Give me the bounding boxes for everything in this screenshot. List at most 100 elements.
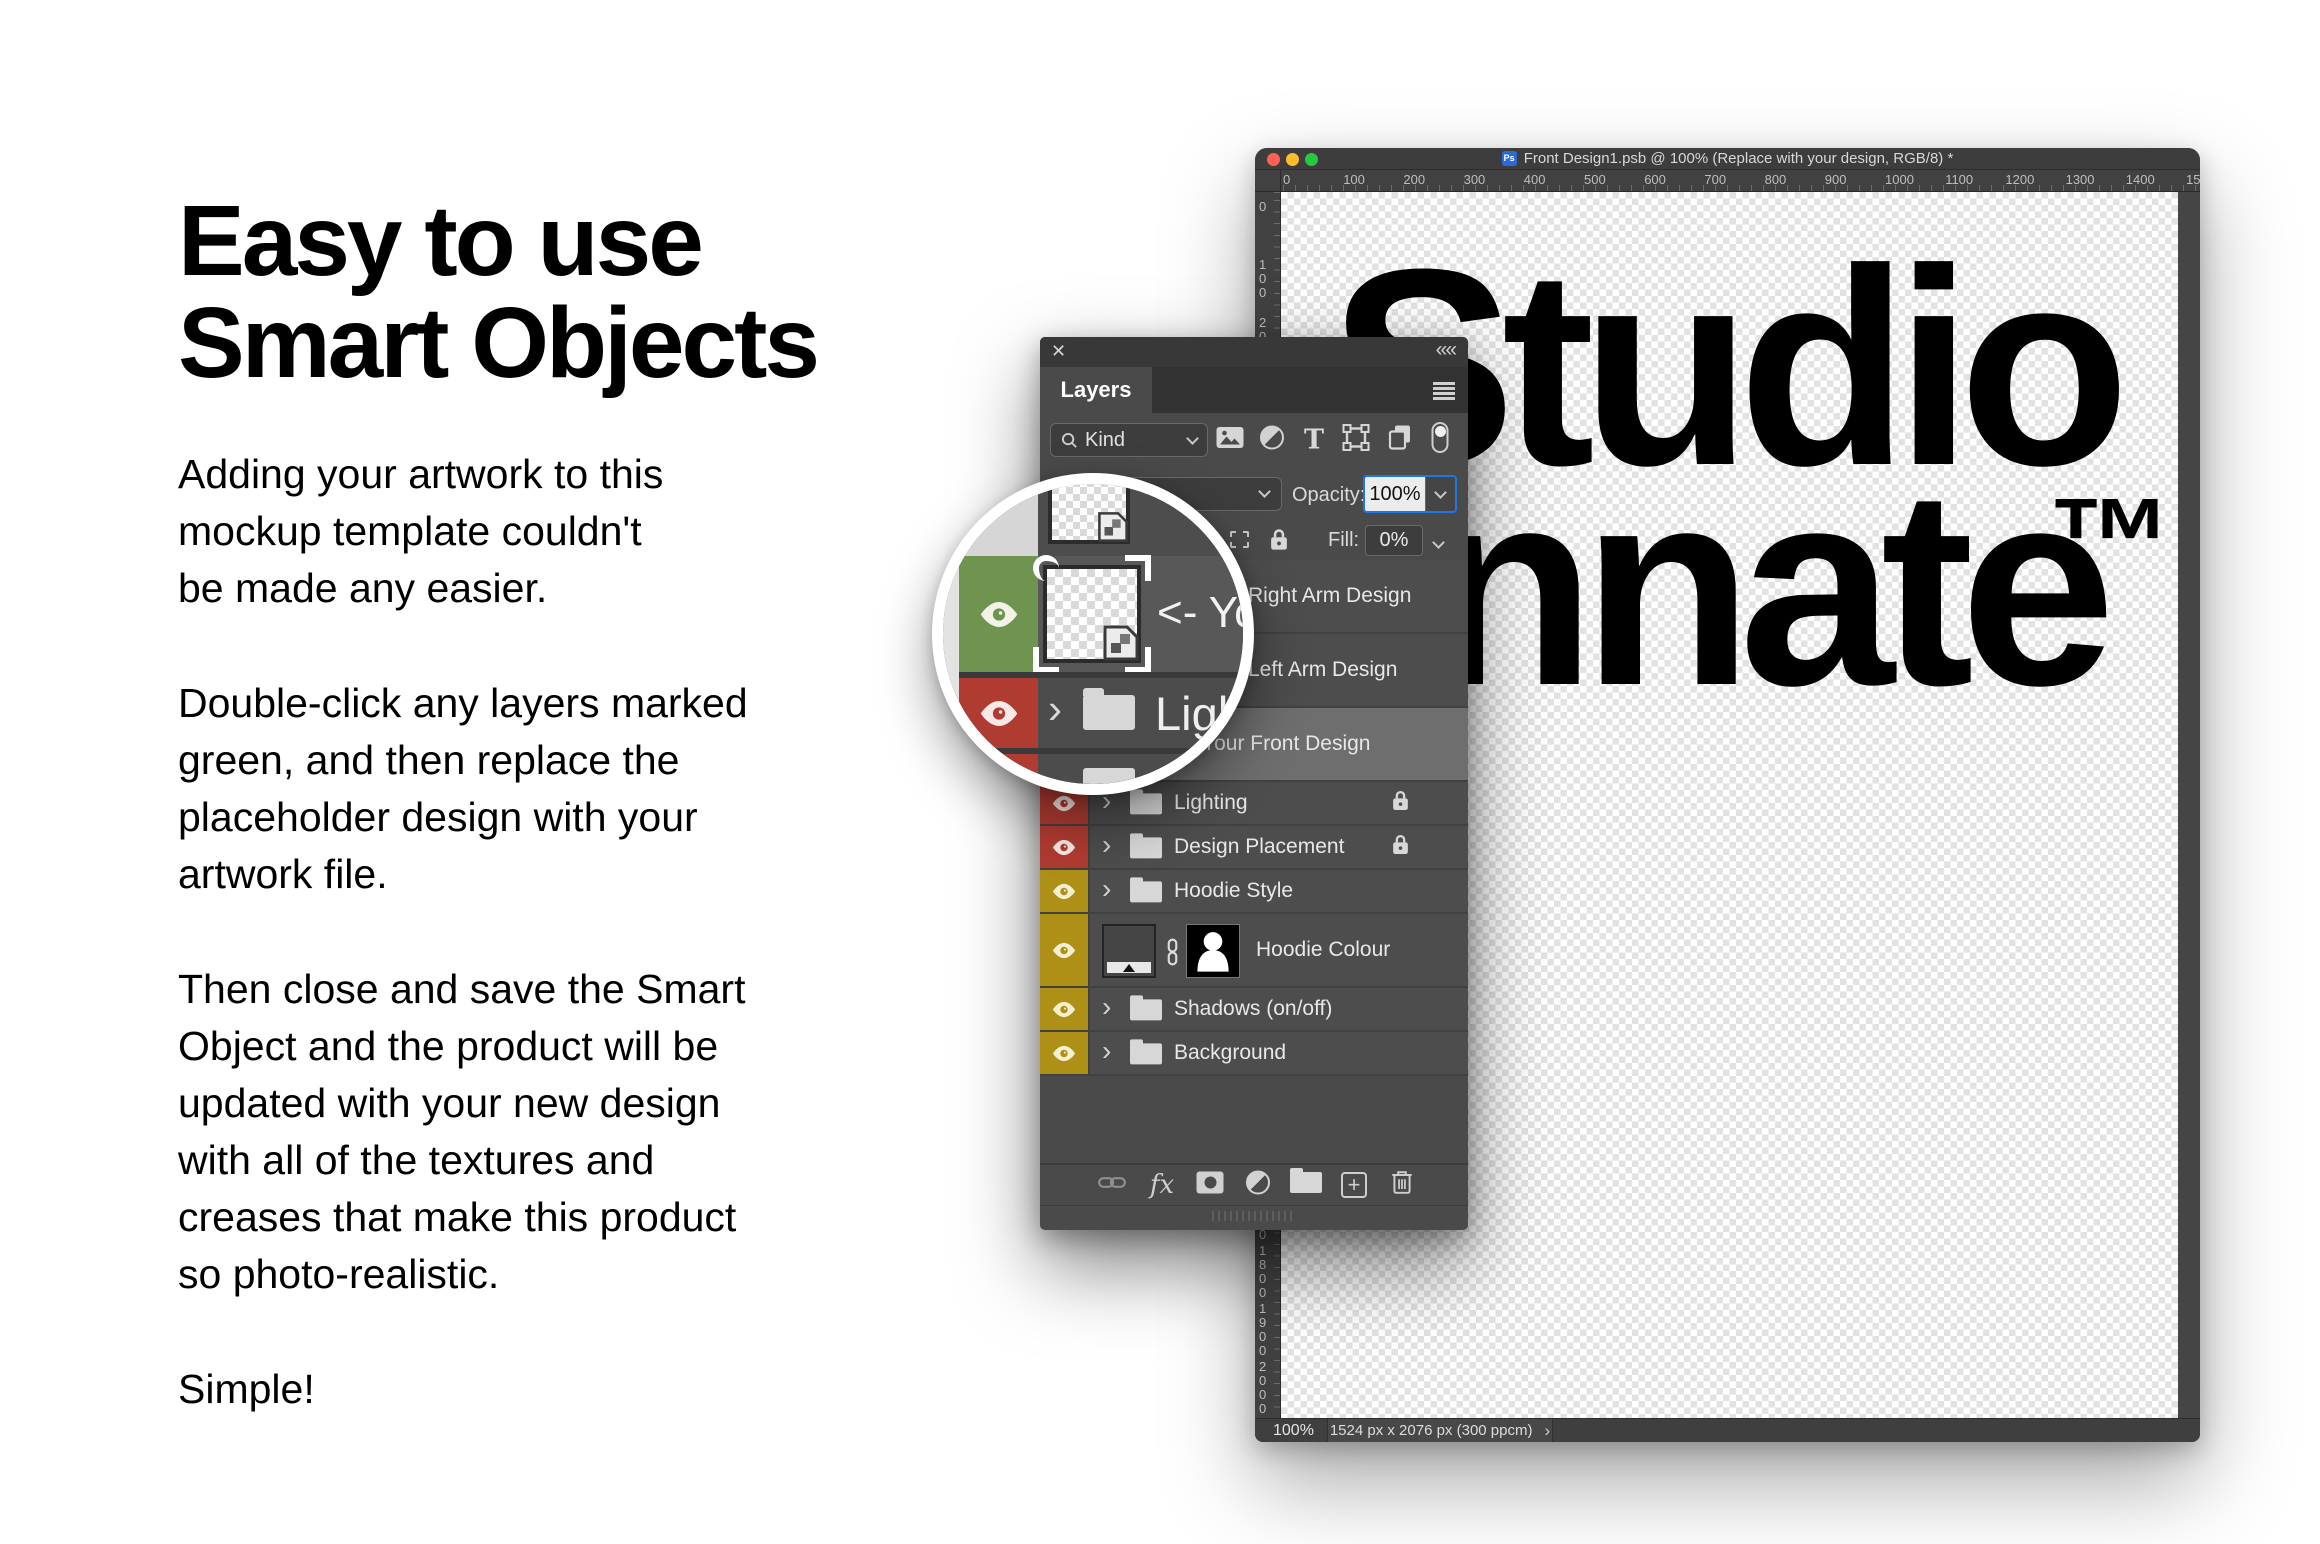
filter-kind-dropdown[interactable]: Kind <box>1050 423 1208 457</box>
h-ruler-number: 1000 <box>1885 172 1914 187</box>
opacity-input[interactable]: 100% <box>1363 475 1457 513</box>
panel-resize-grip[interactable] <box>1040 1205 1468 1230</box>
delete-layer-icon[interactable] <box>1390 1170 1414 1201</box>
h-ruler-number: 700 <box>1704 172 1726 187</box>
lock-all-icon[interactable] <box>1270 528 1288 556</box>
layer-group-row[interactable]: › Hoodie Style <box>1040 870 1468 914</box>
panel-close-icon[interactable]: ✕ <box>1051 341 1066 362</box>
layer-name[interactable]: Design Placement <box>1174 835 1344 859</box>
eye-icon <box>1050 838 1078 857</box>
horizontal-ruler: 0100200300400500600700800900100011001200… <box>1255 170 2200 192</box>
lock-pixels-icon[interactable] <box>1230 531 1249 548</box>
layer-name[interactable]: Hoodie Style <box>1174 879 1293 903</box>
group-expander-icon[interactable]: › <box>1102 1035 1111 1067</box>
fill-label: Fill: <box>1328 529 1359 552</box>
layer-name[interactable]: Left Arm Design <box>1248 658 1397 682</box>
zoom-traffic-light[interactable] <box>1305 153 1318 166</box>
layer-visibility-toggle[interactable] <box>1040 870 1090 912</box>
layer-visibility-toggle[interactable] <box>1040 914 1090 986</box>
layer-group-row[interactable]: › Shadows (on/off) <box>1040 988 1468 1032</box>
psb-file-icon: Ps <box>1502 151 1517 166</box>
layer-name[interactable]: Hoodie Colour <box>1256 938 1390 962</box>
h-ruler-number: 400 <box>1524 172 1546 187</box>
v-ruler-number: 2 0 0 0 <box>1259 1360 1266 1416</box>
h-ruler-number: 1100 <box>1945 172 1973 187</box>
layer-mask-thumbnail[interactable] <box>1186 924 1240 978</box>
panel-collapse-icon[interactable]: «« <box>1436 338 1455 362</box>
adjustment-layer-filter-icon[interactable] <box>1260 426 1284 455</box>
ruler-corner <box>1255 170 1281 192</box>
layer-name[interactable]: Shadows (on/off) <box>1174 997 1332 1021</box>
h-ruler-number: 200 <box>1403 172 1425 187</box>
zoom-level-field[interactable]: 100% <box>1273 1422 1314 1440</box>
lock-icon <box>1392 790 1409 816</box>
fill-input[interactable]: 0% <box>1365 525 1423 556</box>
group-expander-icon[interactable]: › <box>1102 873 1111 905</box>
minimize-traffic-light[interactable] <box>1286 153 1299 166</box>
layer-style-fx-icon[interactable]: fx <box>1150 1170 1174 1200</box>
new-adjustment-layer-icon[interactable] <box>1246 1171 1270 1200</box>
close-traffic-light[interactable] <box>1267 153 1280 166</box>
window-statusbar: 100% 1524 px x 2076 px (300 ppcm) › <box>1255 1418 2200 1442</box>
mask-link-icon <box>1166 938 1179 971</box>
panel-menu-icon[interactable] <box>1433 382 1455 402</box>
magnified-red-visibility-column-partial <box>959 754 1038 795</box>
panel-tab-bar: Layers <box>1040 367 1468 413</box>
canvas-right-gutter <box>2178 192 2200 1418</box>
chevron-down-icon <box>1258 485 1271 498</box>
intro-text-block: Easy to use Smart Objects Adding your ar… <box>178 190 818 1476</box>
intro-paragraph-4: Simple! <box>178 1361 818 1418</box>
h-ruler-number: 100 <box>1343 172 1365 187</box>
shape-layer-filter-icon[interactable] <box>1342 424 1370 457</box>
opacity-value: 100% <box>1365 477 1425 511</box>
folder-icon <box>1130 881 1162 902</box>
v-ruler-number: 1 9 0 0 <box>1259 1302 1266 1358</box>
loupe-background-wedge <box>943 484 1038 556</box>
link-layers-icon[interactable] <box>1098 1175 1126 1195</box>
smart-object-badge-icon <box>1096 510 1130 544</box>
opacity-dropdown-icon[interactable] <box>1425 477 1455 511</box>
h-ruler-number: 1200 <box>2005 172 2034 187</box>
type-layer-filter-icon[interactable]: T <box>1304 425 1324 456</box>
h-ruler-number: 1400 <box>2126 172 2155 187</box>
layer-row[interactable]: Hoodie Colour <box>1040 914 1468 988</box>
intro-paragraph-2: Double-click any layers marked green, an… <box>178 675 818 903</box>
layer-visibility-toggle[interactable] <box>1040 1032 1090 1074</box>
fill-dropdown-icon[interactable] <box>1434 534 1443 552</box>
h-ruler-number: 1500 <box>2186 172 2200 187</box>
adjustment-layer-thumbnail[interactable] <box>1102 924 1156 978</box>
filter-toggle-icon[interactable] <box>1432 422 1449 458</box>
group-expander-icon[interactable]: › <box>1102 829 1111 861</box>
window-titlebar[interactable]: Ps Front Design1.psb @ 100% (Replace wit… <box>1255 148 2200 170</box>
doc-info[interactable]: 1524 px x 2076 px (300 ppcm) › <box>1327 1419 1553 1442</box>
layer-name[interactable]: Lighting <box>1174 791 1248 815</box>
folder-icon <box>1083 768 1135 795</box>
folder-icon <box>1130 793 1162 814</box>
panel-header-bar: ✕ «« <box>1040 337 1468 367</box>
layer-group-row[interactable]: › Design Placement <box>1040 826 1468 870</box>
new-layer-icon[interactable]: + <box>1341 1172 1367 1198</box>
smart-object-filter-icon[interactable] <box>1387 424 1413 457</box>
group-expander-icon[interactable]: › <box>1102 991 1111 1023</box>
eye-icon <box>1050 1044 1078 1063</box>
search-icon <box>1061 432 1078 449</box>
pixel-layer-filter-icon[interactable] <box>1215 426 1245 455</box>
h-ruler-number: 900 <box>1825 172 1847 187</box>
hoodie-silhouette-mask <box>1187 925 1239 977</box>
new-group-icon[interactable] <box>1290 1172 1322 1198</box>
layer-name[interactable]: Background <box>1174 1041 1286 1065</box>
h-ruler-number: 300 <box>1464 172 1486 187</box>
h-ruler-number: 1300 <box>2066 172 2095 187</box>
doc-dimensions: 1524 px x 2076 px (300 ppcm) <box>1330 1422 1533 1439</box>
magnified-layer-thumbnail <box>1048 473 1130 544</box>
tab-layers[interactable]: Layers <box>1040 367 1152 413</box>
layer-visibility-toggle[interactable] <box>1040 826 1090 868</box>
filter-kind-label: Kind <box>1085 429 1188 452</box>
v-ruler-number: 0 <box>1259 200 1266 214</box>
layer-name[interactable]: Right Arm Design <box>1248 584 1411 608</box>
layer-group-row[interactable]: › Background <box>1040 1032 1468 1076</box>
layer-visibility-toggle[interactable] <box>1040 988 1090 1030</box>
opacity-label: Opacity: <box>1292 484 1365 507</box>
magnified-smart-object-thumbnail <box>1043 565 1141 663</box>
add-layer-mask-icon[interactable] <box>1197 1172 1224 1199</box>
